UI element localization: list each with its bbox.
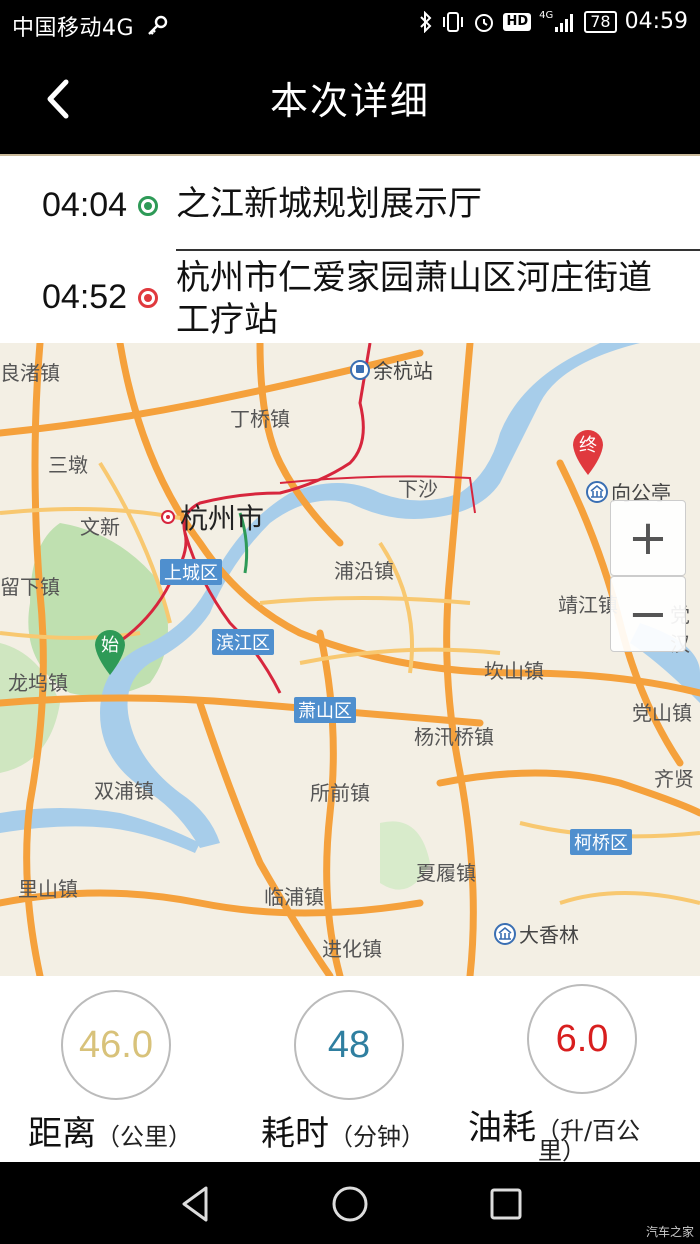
end-place-line2: 工疗站 [176,300,278,340]
battery-indicator: 78 [584,10,617,33]
map-label-shuangpu: 双浦镇 [94,779,154,803]
circle-home-icon [332,1186,368,1222]
trip-stats: 46.0 距离（公里） 48 耗时（分钟） 6.0 油耗（升/百公 里） [0,976,700,1162]
map-label-dingqiao: 丁桥镇 [230,407,290,431]
distance-label: 距离（公里） [28,1106,192,1155]
page-title: 本次详细 [269,79,430,123]
nav-recents-button[interactable] [484,1182,528,1226]
title-bar: 本次详细 [0,48,700,154]
square-recents-icon [490,1188,522,1220]
end-marker-label: 终 [579,435,597,456]
route-divider [176,249,700,251]
map-label-jinhua: 进化镇 [322,937,382,961]
map-label-qixian: 齐贤 [654,767,694,791]
map-label-kanshan: 坎山镇 [484,659,544,683]
landmark-icon [586,480,608,503]
nav-home-button[interactable] [328,1182,372,1226]
map-label-daxianglin-text: 大香林 [519,923,579,947]
map-label-puyan: 浦沿镇 [334,559,394,583]
map-label-linpu: 临浦镇 [264,885,324,909]
watermark: 汽车之家 [645,1225,694,1239]
system-nav-bar: 汽车之家 [0,1162,700,1244]
start-marker[interactable]: 始 [92,627,128,677]
key-icon [146,15,168,43]
network-label: 4G [539,9,554,21]
duration-label-text: 耗时 [261,1114,329,1154]
carrier-label: 中国移动4G [12,16,135,41]
status-right: HD 4G 78 04:59 [419,9,688,34]
map-label-dangshan: 党山镇 [632,701,692,725]
bluetooth-icon [419,10,433,34]
map-label-lishan: 里山镇 [18,877,78,901]
fuel-unit-line2: 里） [538,1140,586,1162]
vibrate-icon [441,10,465,34]
map-label-xiasha: 下沙 [398,477,438,501]
duration-label: 耗时（分钟） [261,1106,425,1155]
zoom-in-button[interactable]: + [610,500,686,576]
end-place-line1: 杭州市仁爱家园萧山区河庄街道 [176,258,652,298]
map-label-xialv: 夏履镇 [416,861,476,885]
distance-value: 46.0 [61,990,171,1100]
start-point-icon [138,196,158,216]
alarm-icon [473,10,495,34]
map-label-liangzhu: 良渚镇 [0,361,60,385]
map-label-wenxin: 文新 [80,515,120,539]
fuel-value: 6.0 [527,984,637,1094]
route-map[interactable]: 良渚镇 余杭站 丁桥镇 三墩 下沙 文新 杭州市 留下镇 上城区 浦沿镇 靖江镇… [0,343,700,976]
triangle-back-icon [182,1186,208,1222]
nav-back-button[interactable] [174,1182,218,1226]
start-marker-label: 始 [101,635,119,656]
map-label-yuhang-text: 余杭站 [373,359,433,383]
plus-icon: + [627,510,669,566]
map-label-yuhang: 余杭站 [350,355,433,384]
map-label-hangzhou: 杭州市 [160,497,264,537]
duration-stat: 48 耗时（分钟） [233,976,466,1162]
map-label-daxianglin: 大香林 [494,919,579,948]
duration-unit: （分钟） [329,1123,425,1151]
map-label-sandun: 三墩 [48,453,88,477]
hd-icon: HD [503,12,532,31]
clock: 04:59 [624,9,688,34]
map-label-liuxia: 留下镇 [0,575,60,599]
signal-icon: 4G [539,10,576,34]
minus-icon: − [627,586,669,642]
map-label-binjiang: 滨江区 [212,629,274,655]
landmark-icon [494,922,516,945]
end-point-icon [138,288,158,308]
duration-value: 48 [294,990,404,1100]
map-label-jingjiang: 靖江镇 [558,593,618,617]
status-bar: 中国移动4G HD 4G 78 04:59 [0,0,700,48]
distance-unit: （公里） [96,1123,192,1151]
city-icon [161,510,175,524]
end-time: 04:52 [42,278,128,316]
zoom-out-button[interactable]: − [610,576,686,652]
station-icon [350,359,370,380]
start-time: 04:04 [42,186,128,224]
map-label-yangxunqiao: 杨汛桥镇 [414,725,494,749]
map-label-hangzhou-text: 杭州市 [180,502,265,535]
map-label-keqiao: 柯桥区 [570,829,632,855]
map-label-suoqian: 所前镇 [310,781,370,805]
route-summary: 04:04 之江新城规划展示厅 04:52 杭州市仁爱家园萧山区河庄街道 工疗站 [0,154,700,343]
map-label-shangcheng: 上城区 [160,559,222,585]
distance-label-text: 距离 [28,1114,96,1154]
status-left: 中国移动4G [12,10,168,43]
fuel-stat: 6.0 油耗（升/百公 里） [466,976,699,1162]
fuel-label-text: 油耗 [468,1108,536,1148]
start-place: 之江新城规划展示厅 [176,184,482,224]
map-label-longwu: 龙坞镇 [8,671,68,695]
distance-stat: 46.0 距离（公里） [0,976,233,1162]
end-marker[interactable]: 终 [570,427,606,477]
map-label-xiaoshan: 萧山区 [294,697,356,723]
